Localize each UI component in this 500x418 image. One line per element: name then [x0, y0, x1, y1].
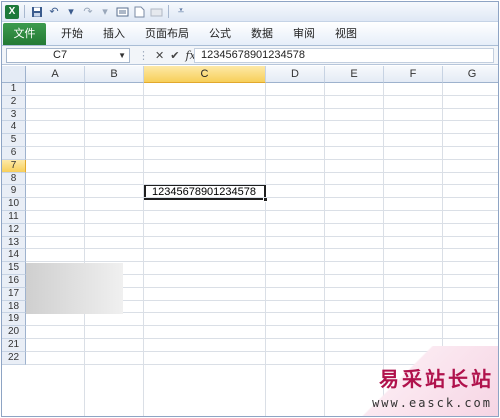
formula-bar: C7 ▼ ⋮ ✕ ✔ fx 12345678901234578: [2, 46, 498, 65]
cancel-icon[interactable]: ✕: [155, 49, 164, 62]
column-header-b[interactable]: B: [85, 66, 144, 83]
row-header-18[interactable]: 18: [2, 300, 26, 314]
gridline: [26, 338, 498, 339]
ribbon-tabs: 文件 开始 插入 页面布局 公式 数据 审阅 视图: [2, 22, 498, 46]
name-box[interactable]: C7 ▼: [6, 48, 130, 63]
gridline: [26, 325, 498, 327]
column-header-a[interactable]: A: [26, 66, 85, 83]
row-header-10[interactable]: 10: [2, 198, 26, 211]
blurred-region: [26, 263, 123, 314]
gridline: [26, 133, 498, 135]
row-header-8[interactable]: 8: [2, 172, 26, 186]
customize-dropdown-icon[interactable]: ⩡: [174, 5, 188, 19]
column-header-e[interactable]: E: [325, 66, 384, 83]
tab-view[interactable]: 视图: [326, 23, 366, 45]
gridline: [26, 158, 498, 160]
row-header-4[interactable]: 4: [2, 121, 26, 135]
quick-access-toolbar: X ↶ ▾ ↷ ▾ ⩡: [2, 2, 498, 22]
row-header-11[interactable]: 11: [2, 211, 26, 224]
row-header-3[interactable]: 3: [2, 108, 26, 122]
row-header-15[interactable]: 15: [2, 262, 26, 275]
tab-formulas[interactable]: 公式: [200, 23, 242, 45]
print-preview-icon[interactable]: [115, 5, 129, 19]
tab-review[interactable]: 审阅: [284, 23, 326, 45]
tab-home[interactable]: 开始: [46, 23, 94, 45]
chevron-down-icon[interactable]: ▾: [98, 5, 112, 19]
watermark-title: 易采站长站: [379, 367, 494, 391]
save-icon[interactable]: [30, 5, 44, 19]
column-header-g[interactable]: G: [443, 66, 498, 83]
row-header-16[interactable]: 16: [2, 275, 26, 288]
column-header-c[interactable]: C: [144, 66, 266, 83]
gridline: [26, 146, 498, 147]
gridline: [26, 235, 498, 237]
row-header-5[interactable]: 5: [2, 134, 26, 147]
row-header-21[interactable]: 21: [2, 339, 26, 352]
formula-buttons: ⋮ ✕ ✔ fx: [134, 48, 196, 63]
tab-data[interactable]: 数据: [242, 23, 284, 45]
row-header-22[interactable]: 22: [2, 351, 26, 365]
toolbar-separator: [24, 5, 25, 18]
row-header-14[interactable]: 14: [2, 249, 26, 263]
name-box-value: C7: [53, 49, 68, 61]
gridline: [26, 248, 498, 250]
column-header-f[interactable]: F: [384, 66, 443, 83]
row-header-20[interactable]: 20: [2, 326, 26, 339]
row-header-1[interactable]: 1: [2, 83, 26, 96]
new-icon[interactable]: [132, 5, 146, 19]
gridline: [26, 107, 498, 109]
grip-icon: ⋮: [138, 50, 149, 62]
gridline: [26, 171, 498, 173]
tab-file[interactable]: 文件: [3, 23, 46, 45]
tab-insert[interactable]: 插入: [94, 23, 136, 45]
gridline: [26, 120, 498, 122]
row-header-17[interactable]: 17: [2, 287, 26, 301]
gridline: [26, 210, 498, 211]
gridline: [26, 197, 498, 199]
toolbar-separator: [168, 5, 169, 18]
chevron-down-icon[interactable]: ▾: [64, 5, 78, 19]
enter-icon[interactable]: ✔: [170, 49, 179, 62]
row-header-19[interactable]: 19: [2, 313, 26, 327]
undo-icon[interactable]: ↶: [47, 5, 61, 19]
row-header-13[interactable]: 13: [2, 236, 26, 250]
redo-icon[interactable]: ↷: [81, 5, 95, 19]
gridline: [26, 94, 498, 96]
gridline: [26, 184, 498, 186]
row-header-6[interactable]: 6: [2, 147, 26, 160]
row-header-2[interactable]: 2: [2, 95, 26, 109]
row-header-7[interactable]: 7: [2, 159, 26, 173]
gridline: [26, 222, 498, 224]
tab-page-layout[interactable]: 页面布局: [136, 23, 200, 45]
chevron-down-icon[interactable]: ▼: [118, 49, 126, 62]
column-header-d[interactable]: D: [266, 66, 325, 83]
open-icon[interactable]: [149, 5, 163, 19]
excel-icon[interactable]: X: [5, 4, 19, 19]
formula-input[interactable]: 12345678901234578: [194, 48, 494, 63]
row-header-12[interactable]: 12: [2, 223, 26, 237]
watermark-url: www.easck.com: [372, 396, 492, 410]
row-header-9[interactable]: 9: [2, 185, 26, 199]
select-all-button[interactable]: [2, 66, 26, 83]
excel-window: X ↶ ▾ ↷ ▾ ⩡ 文件 开始 插入 页面布局 公式 数据 审阅 视图 C7…: [1, 1, 499, 417]
